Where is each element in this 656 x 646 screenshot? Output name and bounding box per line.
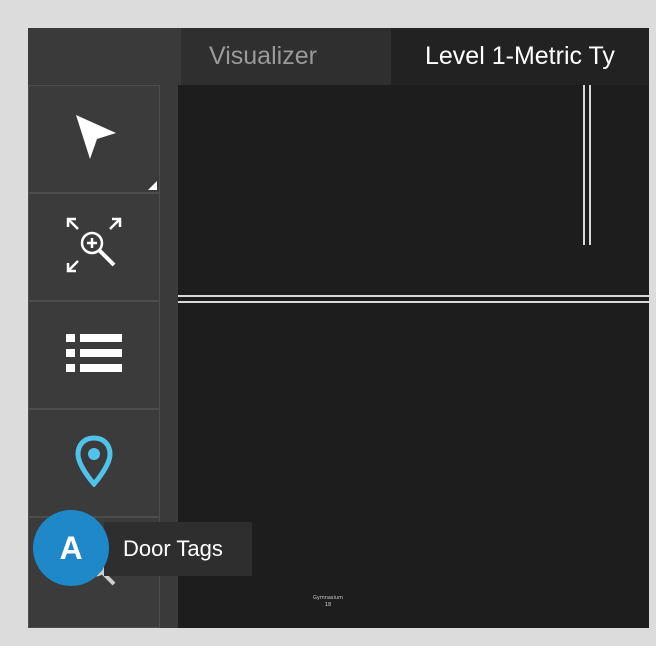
wall-line	[583, 85, 585, 245]
flyout-indicator	[148, 181, 157, 190]
zoom-extents-icon	[64, 215, 124, 280]
cursor-arrow-icon	[66, 109, 122, 170]
tab-level-view[interactable]: Level 1-Metric Ty	[391, 28, 649, 85]
list-view-button[interactable]	[28, 301, 160, 409]
wall-line	[178, 301, 649, 303]
wall-line	[178, 295, 591, 297]
room-tag-name: Gymnasium	[313, 595, 343, 601]
callout-badge: A	[33, 510, 109, 586]
zoom-extents-button[interactable]	[28, 193, 160, 301]
room-tag-number: 18	[324, 602, 332, 608]
tooltip: Door Tags	[104, 522, 252, 576]
tab-visualizer[interactable]: Visualizer	[181, 28, 391, 85]
room-tag[interactable]: Gymnasium 18	[298, 595, 358, 609]
select-tool-button[interactable]	[28, 85, 160, 193]
wall-line	[591, 295, 649, 297]
map-pin-icon	[74, 434, 114, 492]
location-button[interactable]	[28, 409, 160, 517]
wall-line	[589, 85, 591, 245]
tab-bar: Visualizer Level 1-Metric Ty	[28, 28, 649, 85]
list-icon	[66, 333, 122, 378]
